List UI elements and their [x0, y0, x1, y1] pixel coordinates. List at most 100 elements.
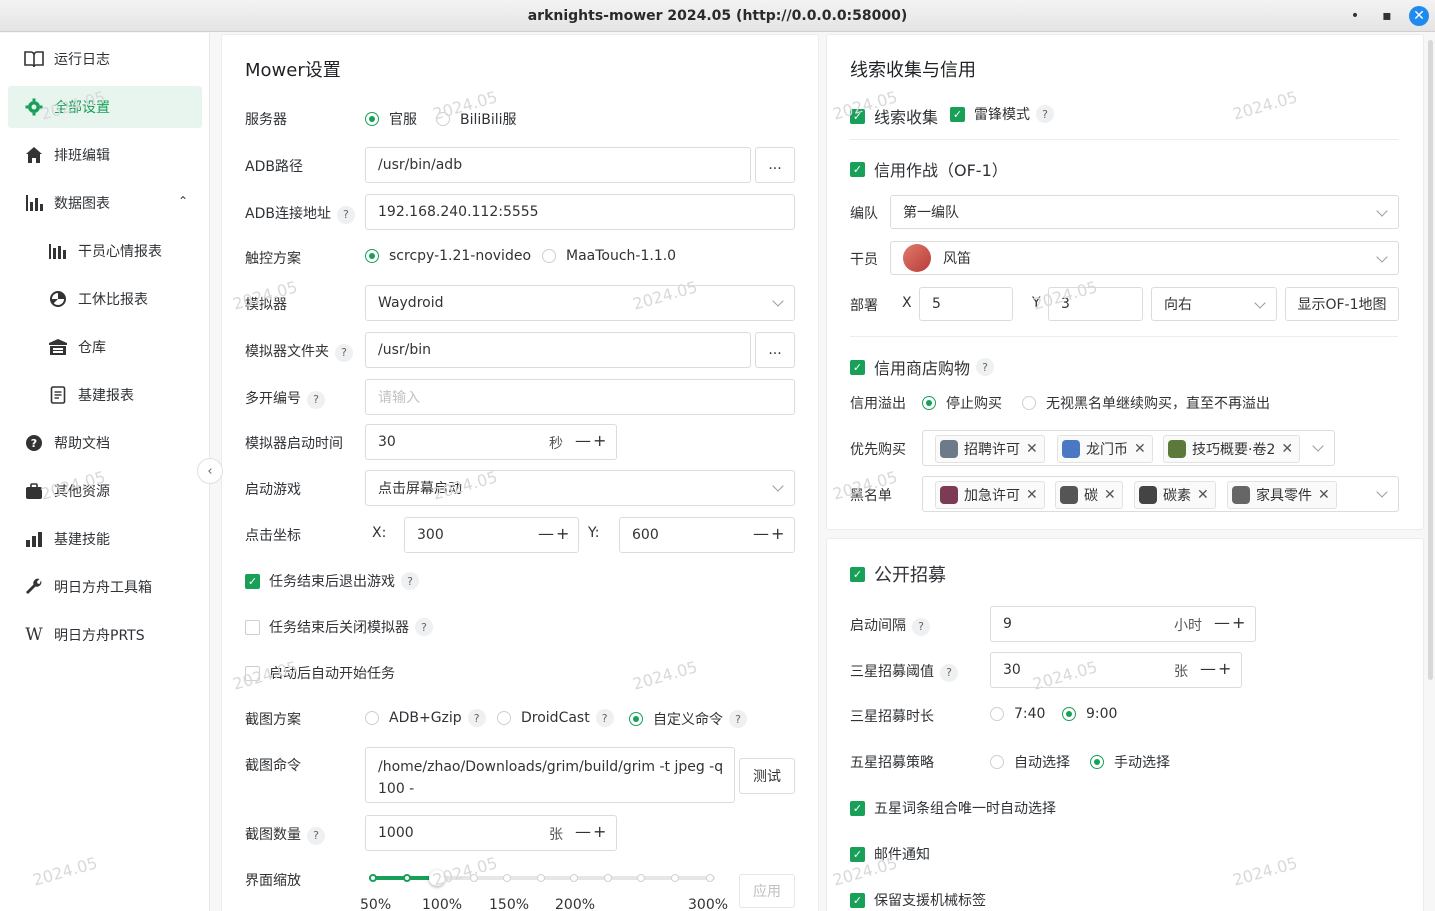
adb-path-browse-button[interactable]: ...	[755, 147, 795, 183]
start-game-select[interactable]: 点击屏幕启动	[365, 470, 795, 506]
scrollbar[interactable]	[1428, 40, 1433, 680]
team-select[interactable]: 第一编队	[890, 195, 1399, 229]
server-official-radio[interactable]: 官服	[365, 109, 417, 129]
deploy-y-input[interactable]: 3	[1048, 287, 1143, 321]
five-star-manual-radio[interactable]: 手动选择	[1090, 752, 1170, 772]
keep-tag-checkbox[interactable]: ✓ 保留支援机械标签	[850, 890, 986, 910]
sidebar-item-warehouse[interactable]: 仓库	[8, 326, 202, 368]
only-one-checkbox[interactable]: ✓ 五星词条组合唯一时自动选择	[850, 798, 1056, 818]
close-icon[interactable]: ✕	[1134, 441, 1146, 457]
overflow-ignore-radio[interactable]: 无视黑名单继续购买，直至不再溢出	[1022, 393, 1270, 413]
server-bilibili-radio[interactable]: BiliBili服	[436, 109, 517, 129]
clue-collect-checkbox[interactable]: ✓ 线索收集	[850, 104, 938, 128]
recruit-checkbox[interactable]: ✓ 公开招募	[850, 561, 946, 587]
increment-button[interactable]: +	[1218, 659, 1231, 678]
operator-select[interactable]: 风笛	[890, 241, 1399, 275]
help-icon[interactable]: ?	[307, 826, 325, 845]
emulator-folder-browse-button[interactable]: ...	[755, 332, 795, 368]
help-icon[interactable]: ?	[940, 663, 958, 682]
sidebar-item-charts[interactable]: 数据图表 ⌃	[8, 182, 202, 224]
screenshot-custom-radio[interactable]: 自定义命令?	[629, 709, 747, 729]
decrement-button[interactable]: —	[1200, 659, 1216, 678]
slider-mark-dot[interactable]	[604, 874, 612, 882]
slider-mark-dot[interactable]	[671, 874, 679, 882]
help-icon[interactable]: ?	[335, 343, 353, 362]
decrement-button[interactable]: —	[753, 524, 769, 543]
help-icon[interactable]: ?	[401, 572, 419, 590]
slider-mark-dot[interactable]	[637, 874, 645, 882]
test-button[interactable]: 测试	[739, 758, 795, 794]
screenshot-cmd-textarea[interactable]: /home/zhao/Downloads/grim/build/grim -t …	[365, 747, 735, 803]
sidebar-item-help[interactable]: ? 帮助文档	[8, 422, 202, 464]
overflow-stop-radio[interactable]: 停止购买	[922, 393, 1002, 413]
direction-select[interactable]: 向右	[1151, 287, 1277, 321]
close-icon[interactable]: ✕	[1281, 441, 1293, 457]
emulator-folder-input[interactable]: /usr/bin	[365, 332, 751, 368]
thunder-mode-checkbox[interactable]: ✓ 雷锋模式?	[950, 104, 1054, 124]
chevron-up-icon[interactable]: ⌃	[178, 194, 188, 208]
decrement-button[interactable]: —	[538, 524, 554, 543]
exit-game-checkbox[interactable]: ✓ 任务结束后退出游戏?	[245, 571, 419, 591]
priority-multiselect[interactable]: 招聘许可 ✕ 龙门币 ✕ 技巧概要·卷2 ✕	[922, 430, 1335, 466]
help-icon[interactable]: ?	[595, 709, 614, 727]
close-icon[interactable]: ✕	[1026, 441, 1038, 457]
sidebar-item-schedule[interactable]: 排班编辑	[8, 134, 202, 176]
help-icon[interactable]: ?	[336, 205, 355, 224]
decrement-button[interactable]: —	[1214, 613, 1230, 632]
sidebar-item-mood-report[interactable]: 干员心情报表	[8, 230, 202, 272]
increment-button[interactable]: +	[1232, 613, 1245, 632]
increment-button[interactable]: +	[593, 431, 606, 450]
sidebar-item-log[interactable]: 运行日志	[8, 38, 202, 80]
close-icon[interactable]: ✕	[1318, 487, 1330, 503]
screenshot-adb-radio[interactable]: ADB+Gzip?	[365, 709, 486, 727]
blacklist-multiselect[interactable]: 加急许可 ✕ 碳 ✕ 碳素 ✕ 家具零件 ✕	[922, 476, 1399, 512]
show-map-button[interactable]: 显示OF-1地图	[1285, 287, 1399, 321]
close-emulator-checkbox[interactable]: 任务结束后关闭模拟器?	[245, 617, 433, 637]
slider-mark-dot[interactable]	[369, 874, 377, 882]
minimize-button[interactable]: •	[1339, 0, 1371, 32]
five-star-auto-radio[interactable]: 自动选择	[990, 752, 1070, 772]
slider-mark-dot[interactable]	[403, 874, 411, 882]
slider-mark-dot[interactable]	[470, 874, 478, 882]
help-icon[interactable]: ?	[729, 710, 747, 728]
sidebar-item-base-report[interactable]: 基建报表	[8, 374, 202, 416]
duration-900-radio[interactable]: 9:00	[1062, 706, 1117, 722]
help-icon[interactable]: ?	[976, 358, 995, 376]
help-icon[interactable]: ?	[467, 709, 486, 727]
close-button[interactable]: ✕	[1403, 0, 1435, 32]
sidebar-collapse-button[interactable]: ‹	[197, 458, 223, 484]
sidebar-item-settings[interactable]: 全部设置	[8, 86, 202, 128]
auto-start-checkbox[interactable]: 启动后自动开始任务	[245, 663, 395, 683]
mail-notify-checkbox[interactable]: ✓ 邮件通知	[850, 844, 930, 864]
sidebar-item-resources[interactable]: 其他资源	[8, 470, 202, 512]
increment-button[interactable]: +	[556, 524, 569, 543]
close-icon[interactable]: ✕	[1104, 487, 1116, 503]
slider-mark-dot[interactable]	[537, 874, 545, 882]
sidebar-item-prts[interactable]: W 明日方舟PRTS	[8, 614, 202, 656]
credit-fight-checkbox[interactable]: ✓ 信用作战（OF-1）	[850, 157, 1008, 181]
help-icon[interactable]: ?	[307, 390, 325, 409]
credit-shop-checkbox[interactable]: ✓ 信用商店购物?	[850, 355, 995, 379]
screenshot-droidcast-radio[interactable]: DroidCast?	[497, 709, 614, 727]
sidebar-item-skills[interactable]: 基建技能	[8, 518, 202, 560]
touch-maatouch-radio[interactable]: MaaTouch-1.1.0	[542, 248, 676, 264]
help-icon[interactable]: ?	[912, 617, 930, 636]
increment-button[interactable]: +	[771, 524, 784, 543]
deploy-x-input[interactable]: 5	[919, 287, 1013, 321]
decrement-button[interactable]: —	[575, 822, 591, 841]
multi-instance-input[interactable]: 请输入	[365, 379, 795, 415]
close-icon[interactable]: ✕	[1197, 487, 1209, 503]
help-icon[interactable]: ?	[415, 618, 433, 636]
sidebar-item-toolbox[interactable]: 明日方舟工具箱	[8, 566, 202, 608]
adb-address-input[interactable]: 192.168.240.112:5555	[365, 194, 795, 230]
increment-button[interactable]: +	[593, 822, 606, 841]
close-icon[interactable]: ✕	[1026, 487, 1038, 503]
duration-740-radio[interactable]: 7:40	[990, 706, 1045, 722]
scale-slider-handle[interactable]	[429, 870, 445, 886]
apply-button[interactable]: 应用	[739, 874, 795, 908]
touch-scrcpy-radio[interactable]: scrcpy-1.21-novideo	[365, 248, 531, 264]
slider-mark-dot[interactable]	[503, 874, 511, 882]
slider-mark-dot[interactable]	[570, 874, 578, 882]
help-icon[interactable]: ?	[1036, 105, 1054, 123]
decrement-button[interactable]: —	[575, 431, 591, 450]
